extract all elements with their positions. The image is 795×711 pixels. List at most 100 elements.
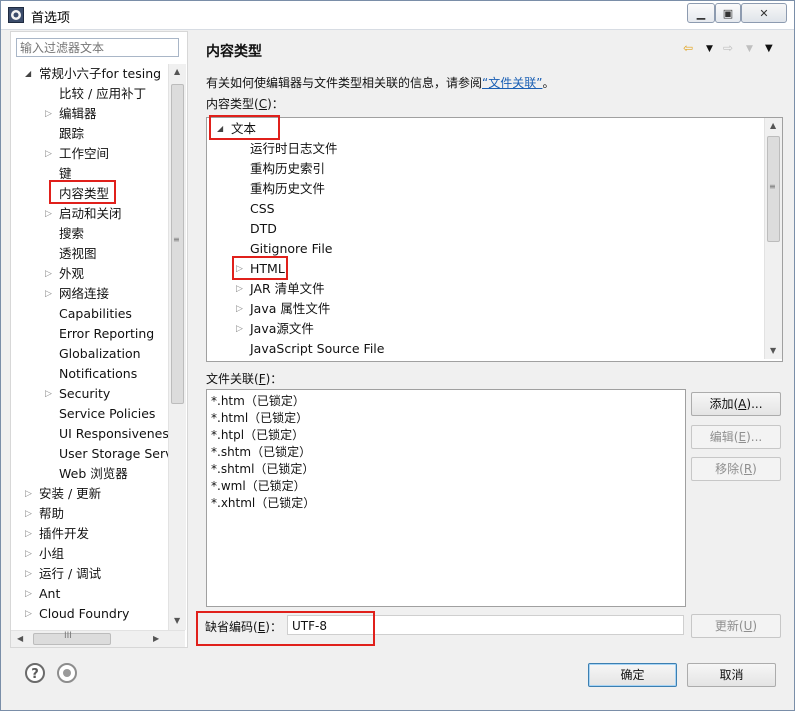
file-association-item[interactable]: *.htpl（已锁定） [211,427,304,444]
preferences-tree-item[interactable]: ▷ Ant [25,584,60,604]
file-association-item[interactable]: *.shtml（已锁定） [211,461,314,478]
preferences-tree-item[interactable]: ▷ 运行 / 调试 [25,564,101,584]
hscroll-thumb[interactable]: III [33,631,111,645]
content-types-scrollbar[interactable]: ▲ ≡ ▼ [764,118,782,359]
tree-item-label: 搜索 [59,226,85,241]
close-button[interactable]: ✕ [741,3,787,23]
preferences-tree-item[interactable]: 比较 / 应用补丁 [59,84,146,104]
preferences-tree-item[interactable]: ▷ 编辑器 [45,104,97,124]
collapse-arrow-icon[interactable]: ▷ [25,584,32,604]
ct-scroll-thumb[interactable]: ≡ [767,136,780,242]
scroll-down-icon[interactable]: ▼ [174,616,180,625]
preferences-tree-item[interactable]: 透视图 [59,244,97,264]
file-associations-link[interactable]: “文件关联” [482,76,542,90]
content-type-item[interactable]: JavaScript Source File [250,339,384,359]
file-association-item[interactable]: *.xhtml（已锁定） [211,495,315,512]
collapse-arrow-icon[interactable]: ▷ [25,564,32,584]
file-association-item[interactable]: *.wml（已锁定） [211,478,306,495]
ct-scroll-down-icon[interactable]: ▼ [770,346,776,355]
file-associations-list[interactable]: *.htm（已锁定） *.html（已锁定） *.htpl（已锁定） *.shtm（已… [206,389,686,607]
scroll-right-icon[interactable]: ▶ [153,634,159,643]
collapse-arrow-icon[interactable]: ▷ [25,544,32,564]
help-icon[interactable]: ? [25,663,45,683]
content-type-item[interactable]: CSS [250,199,275,219]
collapse-arrow-icon[interactable]: ▷ [45,264,52,284]
preferences-tree-item[interactable]: ▷ 安装 / 更新 [25,484,101,504]
scroll-up-icon[interactable]: ▲ [174,67,180,76]
preferences-tree-item[interactable]: Service Policies [59,404,155,424]
record-icon[interactable] [57,663,77,683]
preferences-tree-item[interactable]: ▷ 插件开发 [25,524,89,544]
content-type-label: 运行时日志文件 [250,141,338,156]
minimize-button[interactable]: ▁ [687,3,715,23]
preferences-tree-item[interactable]: ▷ 工作空间 [45,144,109,164]
preferences-tree-item[interactable]: ▷ 启动和关闭 [45,204,122,224]
collapse-arrow-icon[interactable]: ▷ [236,319,243,339]
preferences-tree-item[interactable]: Capabilities [59,304,132,324]
edit-button[interactable]: 编辑(E)... [691,425,781,449]
preferences-tree-item[interactable]: ▷ Security [45,384,110,404]
content-type-item[interactable]: DTD [250,219,277,239]
file-association-item[interactable]: *.html（已锁定） [211,410,308,427]
forward-menu-chevron-icon[interactable]: ▼ [746,44,753,54]
content-type-item[interactable]: ▷ Java源文件 [236,319,314,339]
tree-item-label: 键 [59,166,72,181]
back-arrow-icon[interactable]: ⇦ [683,41,693,55]
preferences-tree-item[interactable]: Globalization [59,344,141,364]
preferences-tree-item[interactable]: 搜索 [59,224,84,244]
scroll-left-icon[interactable]: ◀ [17,634,23,643]
collapse-arrow-icon[interactable]: ▷ [45,284,52,304]
collapse-arrow-icon[interactable]: ▷ [45,384,52,404]
add-button[interactable]: 添加(A)... [691,392,781,416]
tree-horizontal-scrollbar[interactable]: ◀ III ▶ [11,630,185,647]
collapse-arrow-icon[interactable]: ▷ [45,144,52,164]
content-type-item[interactable]: 重构历史文件 [250,179,325,199]
content-types-tree[interactable]: ◢ 文本 运行时日志文件 重构历史索引 重构历史文件 CSS DTD Gitignore Fi… [206,117,783,362]
collapse-arrow-icon[interactable]: ▷ [45,204,52,224]
tree-vertical-scrollbar[interactable]: ▲ ≡ ▼ [168,64,186,630]
preferences-navigation: ◢常规小六子for tesing比较 / 应用补丁▷编辑器跟踪▷工作空间键内容类… [10,31,188,648]
preferences-tree-item[interactable]: ▷ 帮助 [25,504,64,524]
preferences-tree-item[interactable]: Error Reporting [59,324,154,344]
window-title: 首选项 [31,11,71,26]
content-type-item[interactable]: 运行时日志文件 [250,139,338,159]
file-association-item[interactable]: *.shtm（已锁定） [211,444,311,461]
preferences-tree-item[interactable]: ◢ 常规小六子for tesing [25,64,161,84]
update-button[interactable]: 更新(U) [691,614,781,638]
collapse-arrow-icon[interactable]: ▷ [25,604,32,624]
collapse-arrow-icon[interactable]: ▷ [25,504,32,524]
preferences-tree-item[interactable]: ▷ 网络连接 [45,284,109,304]
preferences-tree-item[interactable]: ▷ Cloud Foundry [25,604,130,624]
maximize-button[interactable]: ▣ [715,3,741,23]
ct-scroll-up-icon[interactable]: ▲ [770,121,776,130]
scroll-thumb[interactable]: ≡ [171,84,184,404]
collapse-arrow-icon[interactable]: ▷ [25,484,32,504]
back-menu-chevron-icon[interactable]: ▼ [706,44,713,54]
preferences-tree-item[interactable]: 跟踪 [59,124,84,144]
collapse-arrow-icon[interactable]: ▷ [45,104,52,124]
file-association-item[interactable]: *.htm（已锁定） [211,393,305,410]
tree-item-label: 比较 / 应用补丁 [59,86,147,101]
remove-button[interactable]: 移除(R) [691,457,781,481]
preferences-tree-item[interactable]: User Storage Serv [59,444,168,464]
filter-input[interactable] [16,38,179,57]
collapse-arrow-icon[interactable]: ▷ [236,279,243,299]
expand-arrow-icon[interactable]: ◢ [25,64,31,84]
view-menu-icon[interactable]: ▼ [765,43,773,54]
content-type-item[interactable]: ▷ Java 属性文件 [236,299,330,319]
cancel-button[interactable]: 取消 [687,663,776,687]
collapse-arrow-icon[interactable]: ▷ [25,524,32,544]
forward-arrow-icon[interactable]: ⇨ [723,41,733,55]
preferences-tree-item[interactable]: ▷ 外观 [45,264,84,284]
collapse-arrow-icon[interactable]: ▷ [236,299,243,319]
highlight-html-node [232,256,288,280]
maximize-icon: ▣ [722,6,734,20]
tree-item-label: Cloud Foundry [39,606,130,621]
preferences-tree-item[interactable]: UI Responsiveness [59,424,168,444]
content-type-item[interactable]: 重构历史索引 [250,159,325,179]
ok-button[interactable]: 确定 [588,663,677,687]
preferences-tree-item[interactable]: Web 浏览器 [59,464,128,484]
content-type-item[interactable]: ▷ JAR 清单文件 [236,279,325,299]
preferences-tree-item[interactable]: Notifications [59,364,137,384]
preferences-tree-item[interactable]: ▷ 小组 [25,544,64,564]
